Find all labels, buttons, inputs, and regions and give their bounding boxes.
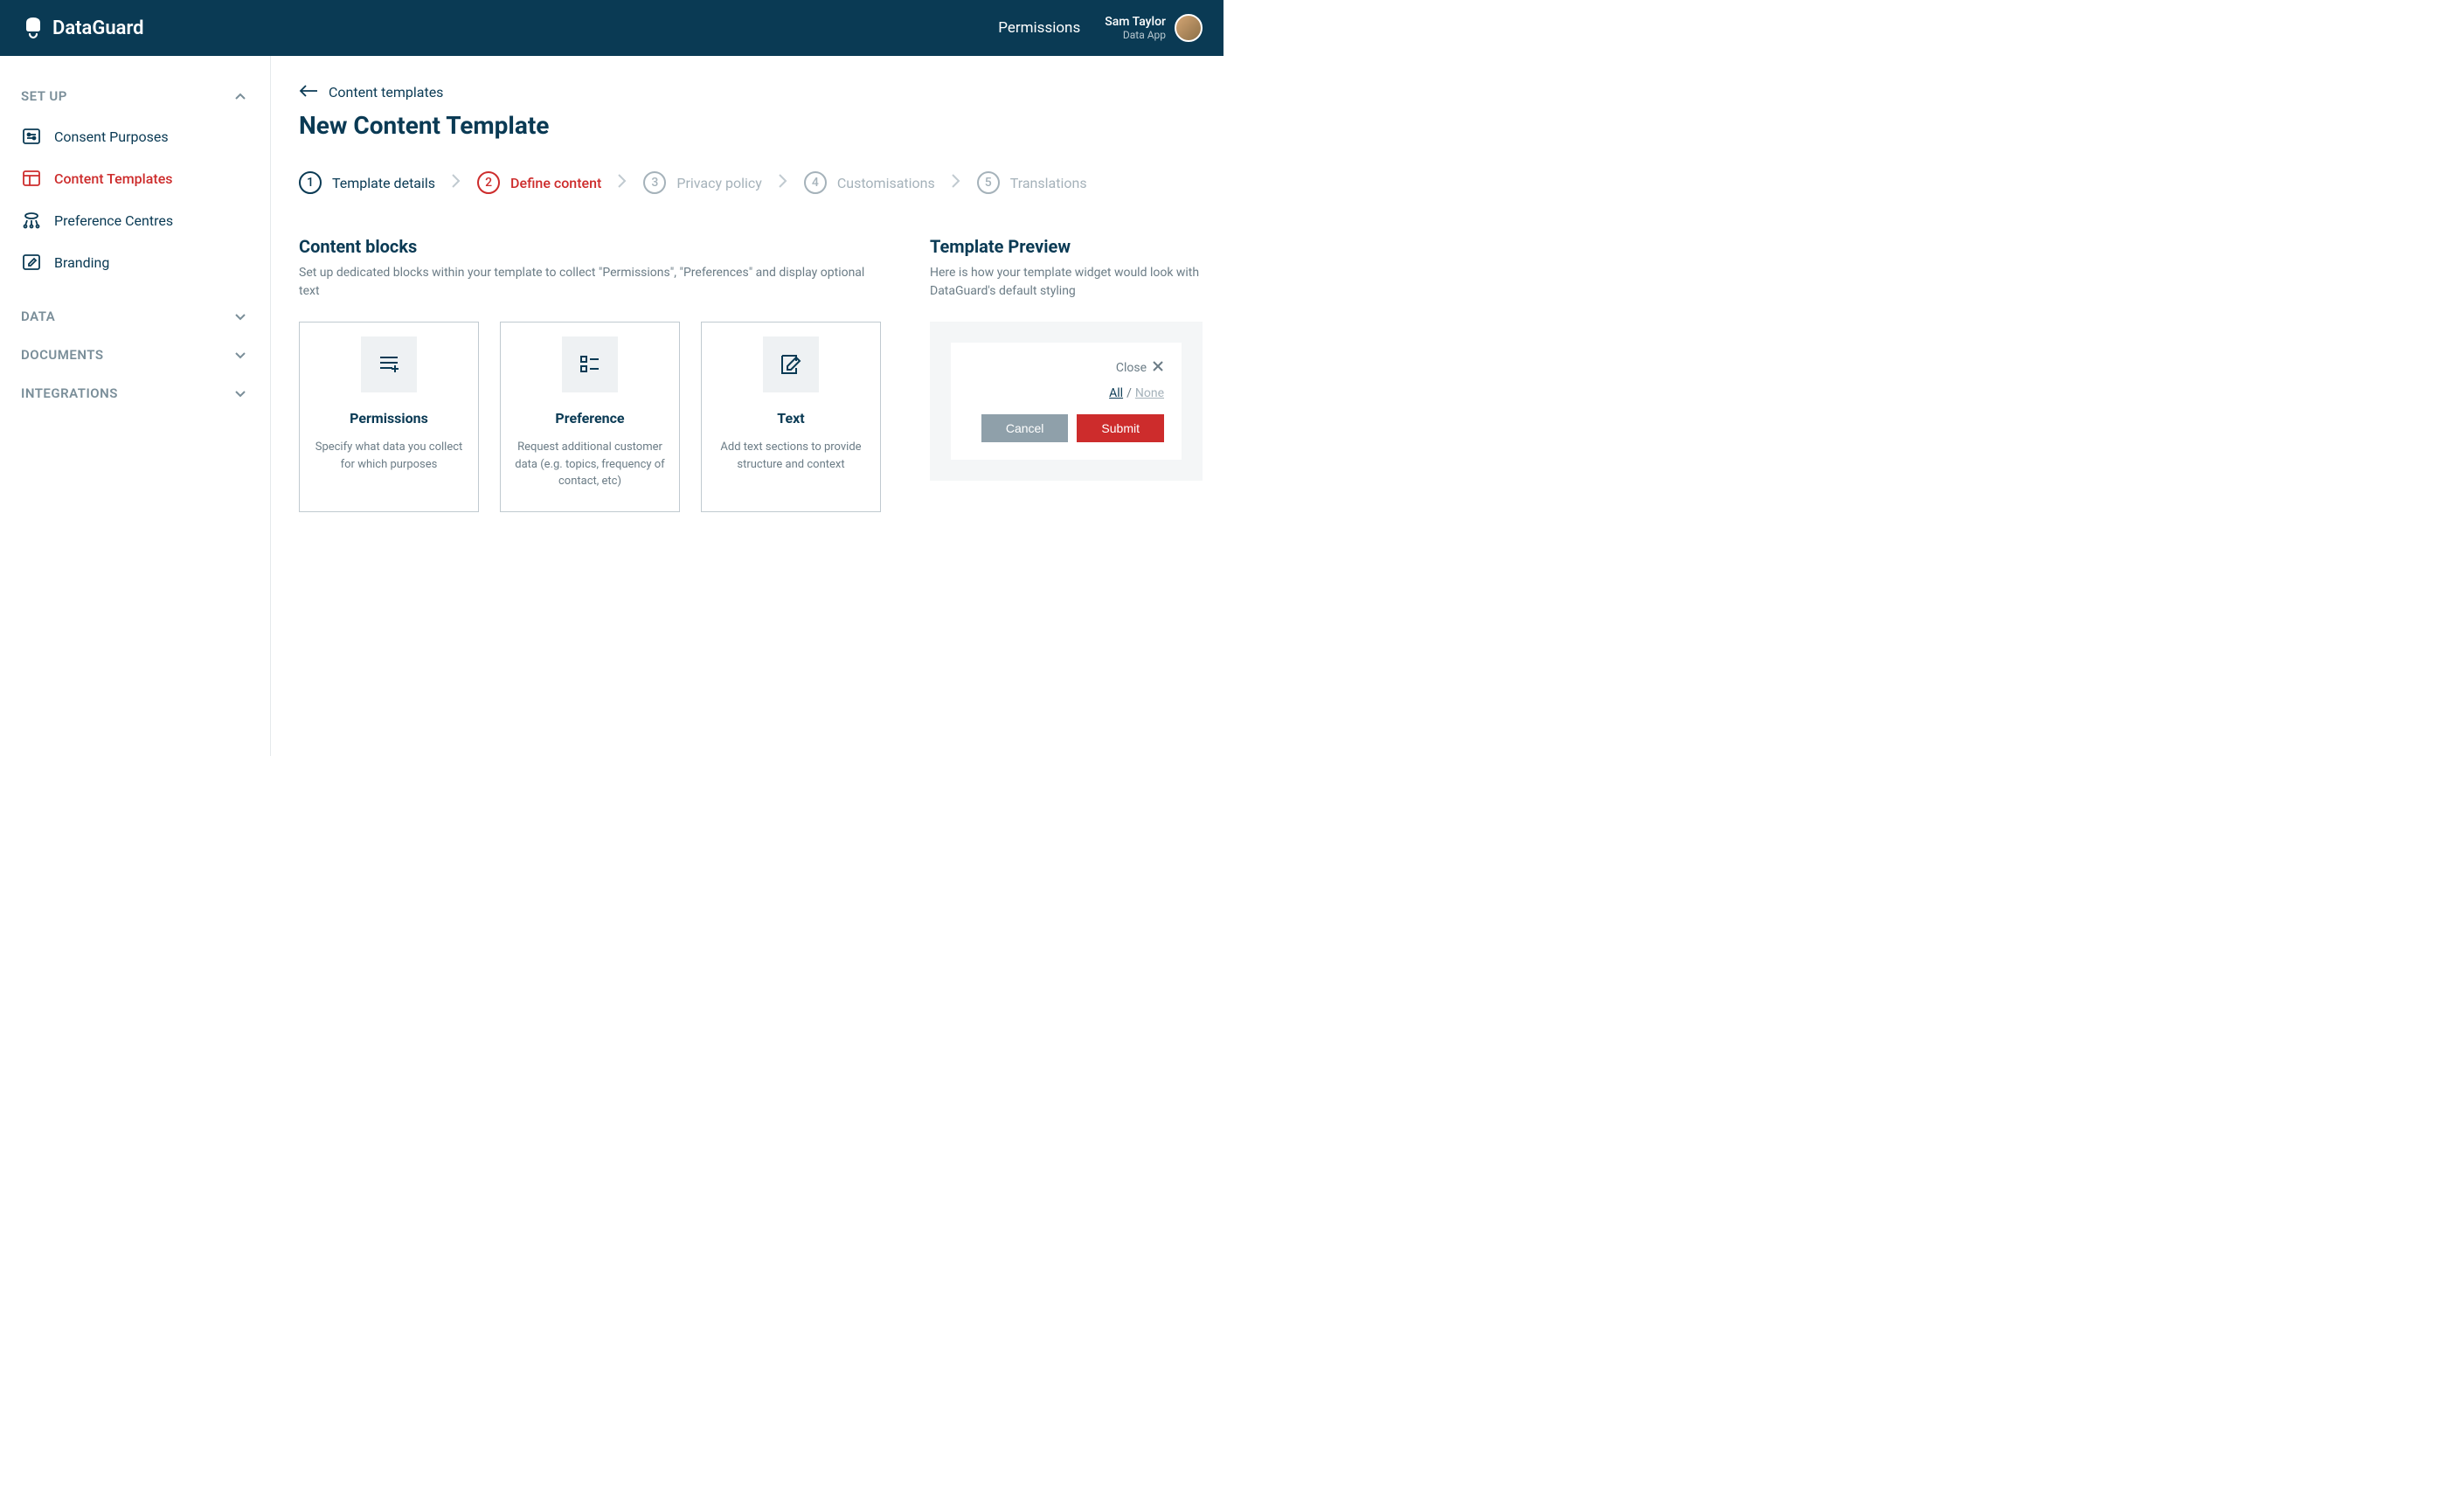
- chevron-right-icon: [778, 173, 788, 192]
- breadcrumb[interactable]: Content templates: [299, 84, 1203, 101]
- preview-all-none: All / None: [968, 386, 1164, 400]
- avatar[interactable]: [1175, 14, 1203, 42]
- sidebar-section-data[interactable]: DATA: [0, 297, 270, 336]
- chevron-down-icon: [232, 385, 249, 402]
- text-edit-icon: [763, 336, 819, 392]
- content-blocks-title: Content blocks: [299, 236, 881, 257]
- step-num: 3: [643, 171, 666, 194]
- none-link[interactable]: None: [1135, 386, 1164, 400]
- sidebar-section-label: DATA: [21, 309, 55, 324]
- chevron-right-icon: [451, 173, 461, 192]
- preview-title: Template Preview: [930, 236, 1203, 257]
- preview-close-button[interactable]: Close: [968, 360, 1164, 376]
- edit-icon: [21, 252, 42, 273]
- user-text: Sam Taylor Data App: [1105, 15, 1166, 41]
- sidebar-item-label: Preference Centres: [54, 212, 173, 229]
- user-sub: Data App: [1105, 29, 1166, 41]
- block-title: Text: [777, 410, 804, 427]
- step-translations[interactable]: 5 Translations: [977, 171, 1087, 194]
- block-title: Preference: [555, 410, 624, 427]
- sidebar-item-label: Branding: [54, 254, 109, 271]
- block-desc: Specify what data you collect for which …: [312, 439, 466, 473]
- preview-box: Close All / None: [930, 322, 1203, 481]
- sidebar-section-label: SET UP: [21, 88, 67, 104]
- step-label: Customisations: [837, 175, 935, 191]
- step-define-content[interactable]: 2 Define content: [477, 171, 601, 194]
- cancel-button[interactable]: Cancel: [981, 414, 1069, 442]
- sidebar: SET UP Consent Purposes: [0, 56, 271, 756]
- user-block[interactable]: Sam Taylor Data App: [1105, 14, 1203, 42]
- chevron-down-icon: [232, 308, 249, 325]
- preview-widget: Close All / None: [951, 343, 1182, 460]
- step-template-details[interactable]: 1 Template details: [299, 171, 435, 194]
- step-label: Define content: [510, 175, 601, 191]
- sidebar-item-consent-purposes[interactable]: Consent Purposes: [0, 115, 270, 157]
- header-permissions-link[interactable]: Permissions: [998, 19, 1080, 37]
- permissions-list-icon: [361, 336, 417, 392]
- sidebar-item-label: Consent Purposes: [54, 128, 169, 145]
- step-label: Template details: [332, 175, 435, 191]
- user-name: Sam Taylor: [1105, 15, 1166, 29]
- stepper: 1 Template details 2 Define content 3 Pr…: [299, 171, 1203, 194]
- close-label: Close: [1116, 361, 1147, 375]
- preference-grid-icon: [562, 336, 618, 392]
- content-blocks-desc: Set up dedicated blocks within your temp…: [299, 264, 881, 301]
- sidebar-section-label: INTEGRATIONS: [21, 385, 118, 401]
- main-content: Content templates New Content Template 1…: [271, 56, 1224, 756]
- sidebar-section-integrations[interactable]: INTEGRATIONS: [0, 374, 270, 413]
- step-label: Translations: [1010, 175, 1087, 191]
- sidebar-item-content-templates[interactable]: Content Templates: [0, 157, 270, 199]
- back-arrow-icon: [299, 84, 318, 101]
- all-link[interactable]: All: [1109, 386, 1123, 400]
- network-icon: [21, 210, 42, 231]
- logo[interactable]: DataGuard: [21, 16, 144, 40]
- block-card-text[interactable]: Text Add text sections to provide struct…: [701, 322, 881, 512]
- step-label: Privacy policy: [676, 175, 762, 191]
- block-desc: Request additional customer data (e.g. t…: [513, 439, 667, 490]
- step-num: 5: [977, 171, 1000, 194]
- sidebar-section-setup[interactable]: SET UP: [0, 77, 270, 115]
- sidebar-section-label: DOCUMENTS: [21, 347, 104, 363]
- logo-text: DataGuard: [52, 17, 144, 39]
- chevron-right-icon: [617, 173, 627, 192]
- chevron-down-icon: [232, 346, 249, 364]
- step-num: 1: [299, 171, 322, 194]
- block-title: Permissions: [350, 410, 428, 427]
- sliders-icon: [21, 126, 42, 147]
- separator: /: [1126, 386, 1132, 400]
- breadcrumb-label: Content templates: [329, 84, 443, 101]
- preview-desc: Here is how your template widget would l…: [930, 264, 1203, 301]
- sidebar-item-branding[interactable]: Branding: [0, 241, 270, 283]
- step-customisations[interactable]: 4 Customisations: [804, 171, 935, 194]
- step-privacy-policy[interactable]: 3 Privacy policy: [643, 171, 762, 194]
- block-card-preference[interactable]: Preference Request additional customer d…: [500, 322, 680, 512]
- sidebar-item-preference-centres[interactable]: Preference Centres: [0, 199, 270, 241]
- chevron-right-icon: [951, 173, 961, 192]
- logo-icon: [21, 16, 45, 40]
- block-desc: Add text sections to provide structure a…: [714, 439, 868, 473]
- sidebar-item-label: Content Templates: [54, 170, 173, 187]
- chevron-up-icon: [232, 87, 249, 105]
- step-num: 2: [477, 171, 500, 194]
- app-header: DataGuard Permissions Sam Taylor Data Ap…: [0, 0, 1224, 56]
- sidebar-section-documents[interactable]: DOCUMENTS: [0, 336, 270, 374]
- submit-button[interactable]: Submit: [1077, 414, 1164, 442]
- page-title: New Content Template: [299, 111, 1203, 140]
- header-right: Permissions Sam Taylor Data App: [998, 14, 1203, 42]
- step-num: 4: [804, 171, 827, 194]
- layout-icon: [21, 168, 42, 189]
- close-icon: [1152, 360, 1164, 376]
- block-card-permissions[interactable]: Permissions Specify what data you collec…: [299, 322, 479, 512]
